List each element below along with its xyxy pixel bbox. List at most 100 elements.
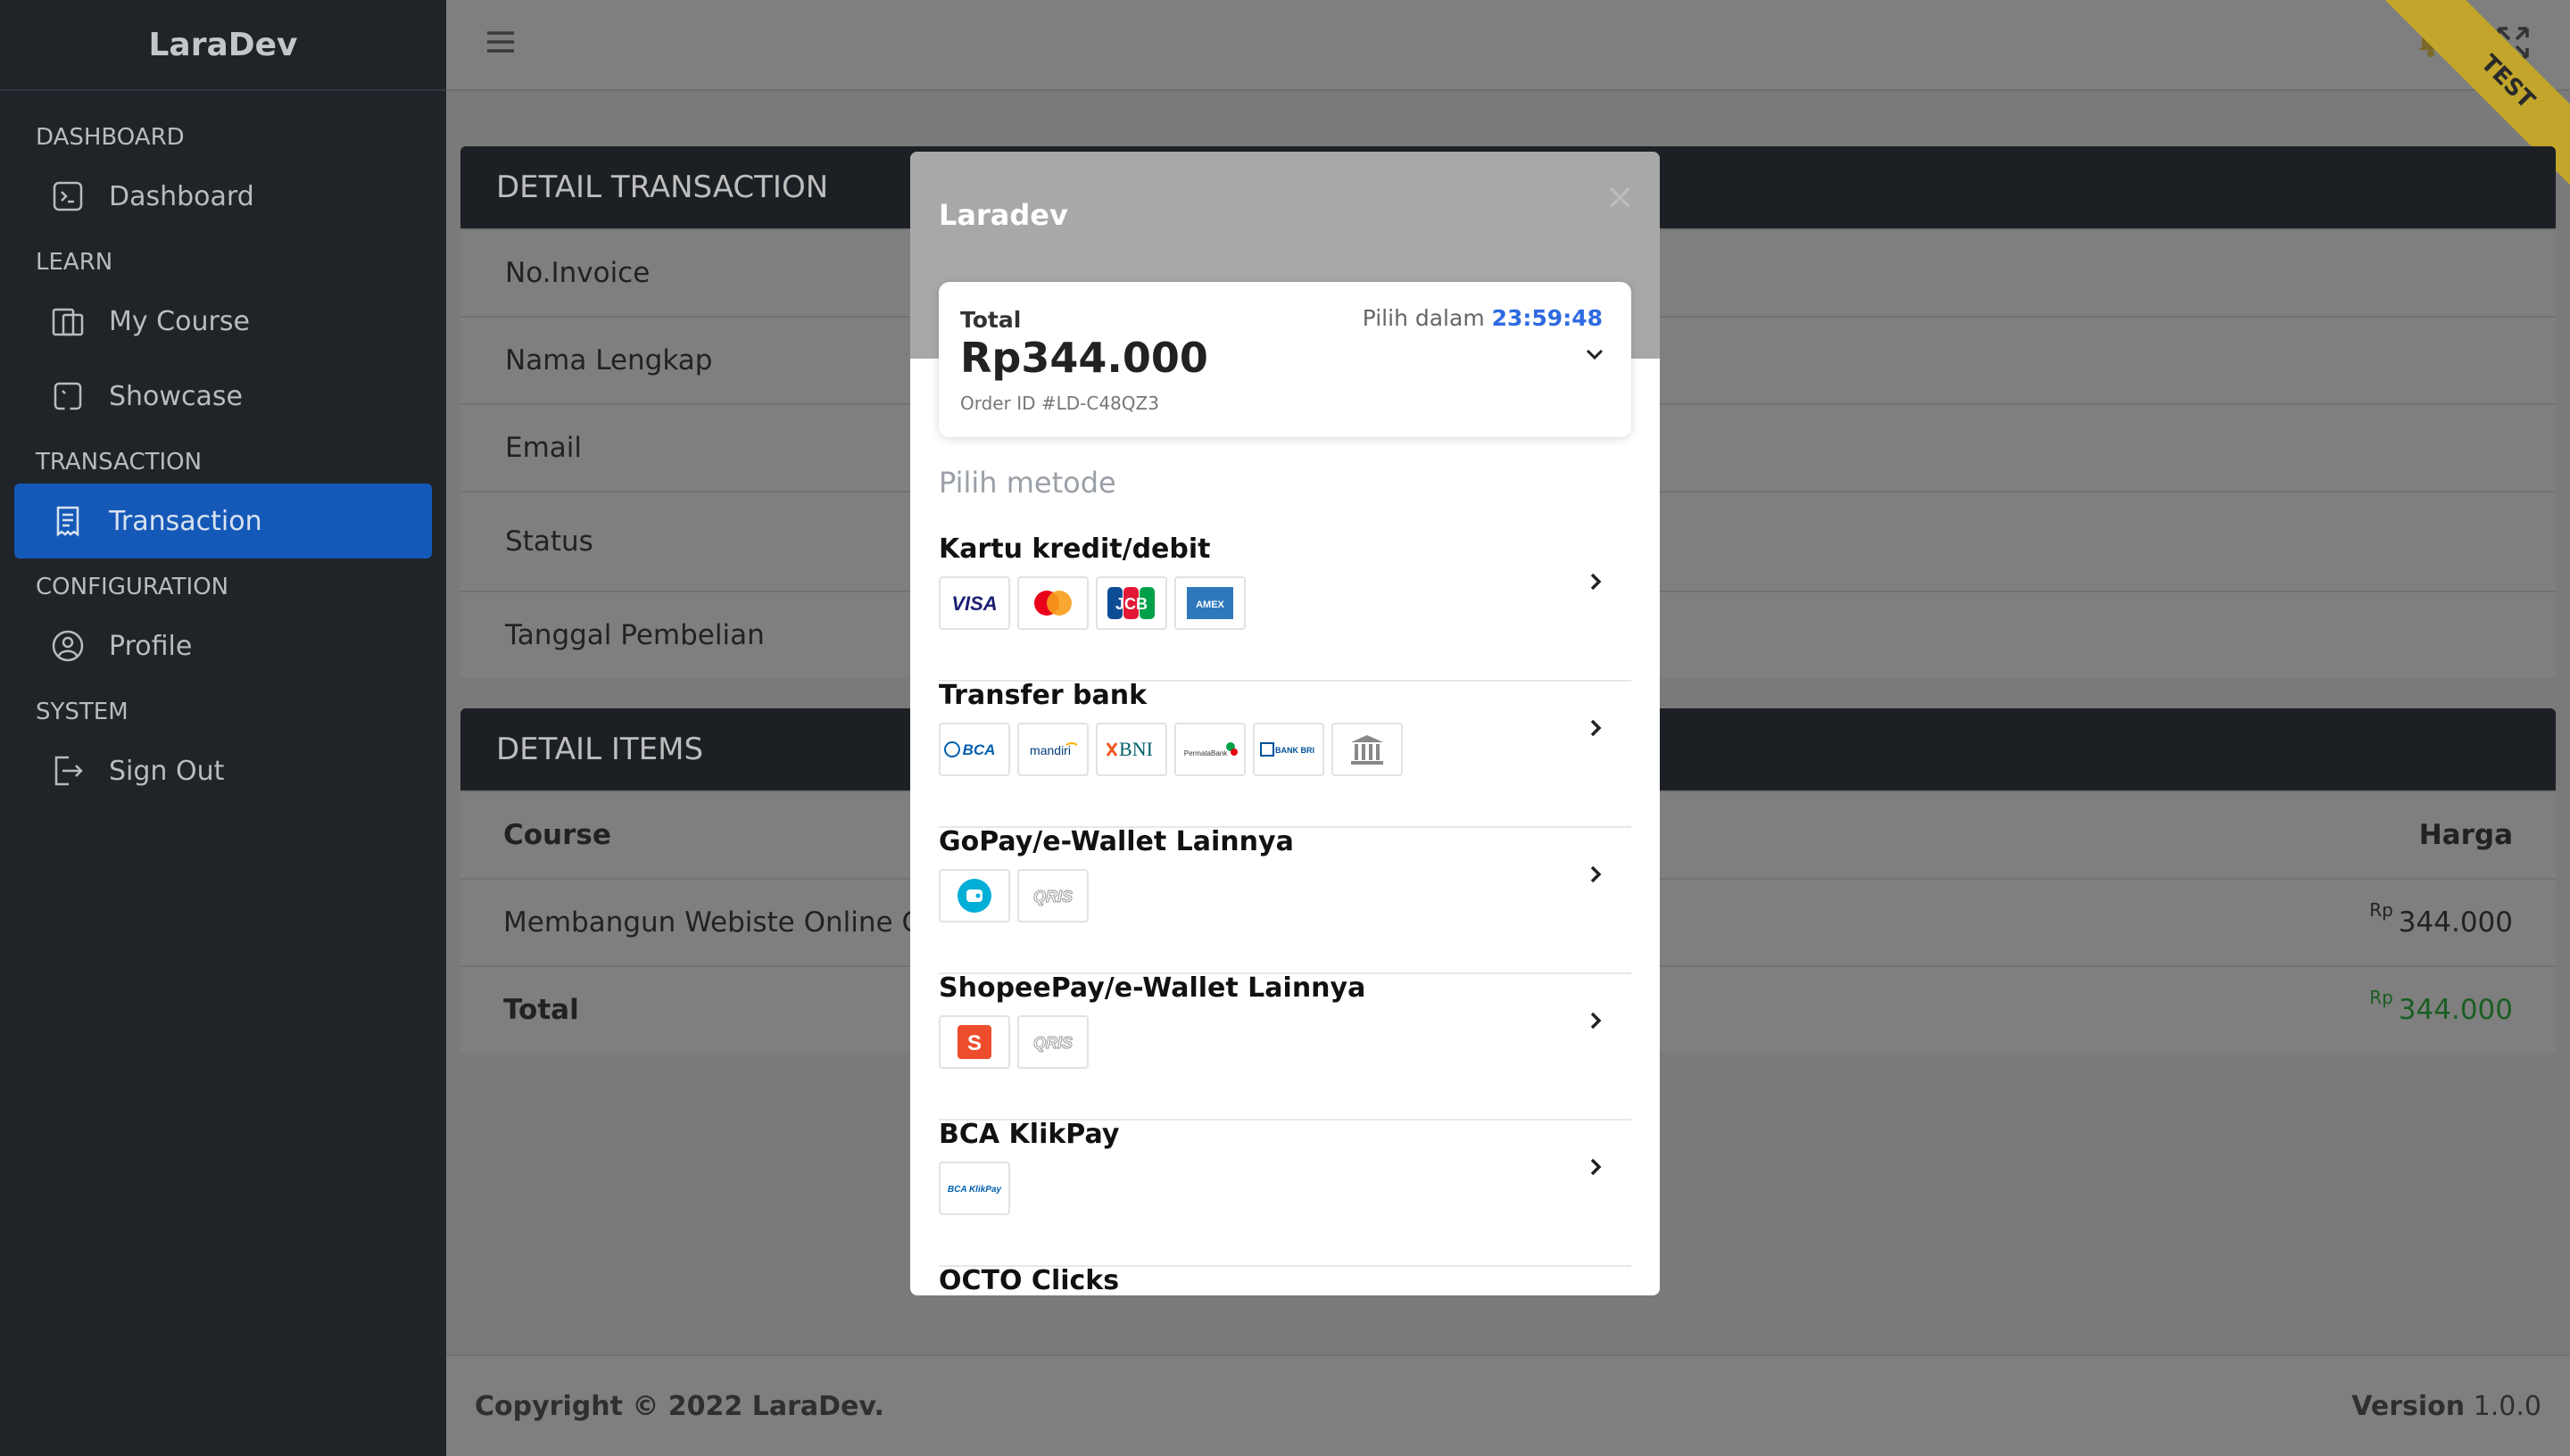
method-card[interactable]: OCTO Clicks <box>939 1265 1631 1295</box>
method-title: Transfer bank <box>939 680 1148 711</box>
version: Version 1.0.0 <box>2351 1391 2541 1422</box>
price-value: 344.000 <box>2398 994 2513 1026</box>
gopay-logo <box>939 869 1010 922</box>
chevron-right-icon <box>1587 862 1604 887</box>
bri-logo: BANK BRI <box>1253 723 1324 776</box>
chevron-right-icon <box>1587 1154 1604 1179</box>
svg-text:BCA KlikPay: BCA KlikPay <box>948 1185 1002 1195</box>
method-title: ShopeePay/e-Wallet Lainnya <box>939 972 1366 1004</box>
sidebar-item-my-course[interactable]: My Course <box>14 284 432 359</box>
sidebar-item-label: My Course <box>109 305 250 337</box>
terminal-icon <box>50 178 86 214</box>
bca-klikpay-logo: BCA KlikPay <box>939 1162 1010 1215</box>
svg-text:QRIS: QRIS <box>1033 1034 1073 1052</box>
method-logos: S QRIS <box>939 1015 1089 1069</box>
sidebar-item-profile[interactable]: Profile <box>14 608 432 683</box>
hamburger-menu-icon[interactable] <box>485 27 516 57</box>
total-amount: Rp344.000 <box>960 334 1208 382</box>
qris-logo: QRIS <box>1017 1015 1089 1069</box>
item-price: Rp 344.000 <box>2369 899 2513 939</box>
permata-logo: PermataBank <box>1174 723 1246 776</box>
column-header-course: Course <box>503 819 611 851</box>
receipt-icon <box>50 503 86 539</box>
method-title: Kartu kredit/debit <box>939 534 1211 565</box>
section-header-configuration: CONFIGURATION <box>36 574 229 600</box>
method-card[interactable]: Transfer bank BCA mandiri BNI PermataBan… <box>939 680 1631 828</box>
method-logos: BCA mandiri BNI PermataBank BANK BRI <box>939 723 1403 776</box>
section-header-learn: LEARN <box>36 249 113 276</box>
total-label: Total <box>960 307 1022 333</box>
countdown-value: 23:59:48 <box>1491 305 1603 331</box>
sidebar-item-transaction[interactable]: Transaction <box>14 484 432 558</box>
sidebar-item-label: Transaction <box>109 505 262 537</box>
order-id: Order ID #LD-C48QZ3 <box>960 393 1159 414</box>
svg-text:BNI: BNI <box>1119 738 1153 760</box>
svg-text:BANK BRI: BANK BRI <box>1275 746 1314 755</box>
chevron-right-icon <box>1587 569 1604 594</box>
shopeepay-logo: S <box>939 1015 1010 1069</box>
chevron-right-icon <box>1587 716 1604 740</box>
visa-logo: VISA <box>939 576 1010 630</box>
sign-out-icon <box>50 753 86 789</box>
method-card[interactable]: Kartu kredit/debit VISA JCB AMEX <box>939 534 1631 682</box>
svg-text:PermataBank: PermataBank <box>1184 749 1228 757</box>
topbar <box>446 0 2570 91</box>
section-header-system: SYSTEM <box>36 699 128 725</box>
sidebar-item-dashboard[interactable]: Dashboard <box>14 159 432 234</box>
sidebar-item-sign-out[interactable]: Sign Out <box>14 733 432 808</box>
sidebar-item-label: Dashboard <box>109 180 254 212</box>
method-logos: QRIS <box>939 869 1089 922</box>
method-title: OCTO Clicks <box>939 1265 1120 1295</box>
showcase-icon <box>50 378 86 414</box>
copyright: Copyright © 2022 LaraDev. <box>475 1390 884 1422</box>
modal-title: Laradev <box>939 198 1068 232</box>
version-label: Version <box>2351 1390 2466 1422</box>
section-header-transaction: TRANSACTION <box>36 449 203 476</box>
section-header-dashboard: DASHBOARD <box>36 124 185 151</box>
close-button[interactable]: × <box>1604 177 1635 218</box>
column-header-harga: Harga <box>2418 819 2513 851</box>
currency-label: Rp <box>2369 899 2393 921</box>
total-label: Total <box>503 994 579 1026</box>
bca-logo: BCA <box>939 723 1010 776</box>
svg-text:VISA: VISA <box>951 592 997 615</box>
method-card[interactable]: BCA KlikPay BCA KlikPay <box>939 1119 1631 1267</box>
mastercard-logo <box>1017 576 1089 630</box>
svg-text:S: S <box>967 1031 982 1055</box>
svg-text:BCA: BCA <box>963 741 996 758</box>
countdown-label: Pilih dalam <box>1362 305 1485 331</box>
svg-text:QRIS: QRIS <box>1033 888 1073 906</box>
method-card[interactable]: ShopeePay/e-Wallet Lainnya S QRIS <box>939 972 1631 1121</box>
user-circle-icon <box>50 628 86 664</box>
mandiri-logo: mandiri <box>1017 723 1089 776</box>
svg-text:JCB: JCB <box>1115 595 1148 613</box>
sidebar-item-label: Showcase <box>109 380 243 412</box>
payment-modal: Laradev × Total Rp344.000 Order ID #LD-C… <box>910 152 1660 1295</box>
sidebar-item-label: Sign Out <box>109 755 225 787</box>
bni-logo: BNI <box>1096 723 1167 776</box>
svg-text:mandiri: mandiri <box>1030 743 1071 757</box>
course-icon <box>50 303 86 339</box>
method-card[interactable]: GoPay/e-Wallet Lainnya QRIS <box>939 826 1631 974</box>
svg-text:AMEX: AMEX <box>1196 600 1224 610</box>
jcb-logo: JCB <box>1096 576 1167 630</box>
chevron-right-icon <box>1587 1008 1604 1033</box>
method-title: BCA KlikPay <box>939 1119 1120 1150</box>
chevron-down-icon[interactable] <box>1583 343 1606 366</box>
price-value: 344.000 <box>2398 906 2513 939</box>
brand-logo[interactable]: LaraDev <box>0 0 446 91</box>
bank-icon <box>1331 723 1403 776</box>
method-title: GoPay/e-Wallet Lainnya <box>939 826 1294 857</box>
method-logos: BCA KlikPay <box>939 1162 1010 1215</box>
sidebar: LaraDev DASHBOARD Dashboard LEARN My Cou… <box>0 0 446 1456</box>
countdown: Pilih dalam 23:59:48 <box>1363 305 1603 331</box>
order-summary[interactable]: Total Rp344.000 Order ID #LD-C48QZ3 Pili… <box>939 282 1631 437</box>
choose-method-heading: Pilih metode <box>939 466 1116 500</box>
currency-label: Rp <box>2369 987 2393 1008</box>
sidebar-item-showcase[interactable]: Showcase <box>14 359 432 434</box>
version-value: 1.0.0 <box>2473 1390 2541 1422</box>
method-logos: VISA JCB AMEX <box>939 576 1246 630</box>
sidebar-item-label: Profile <box>109 630 193 662</box>
qris-logo: QRIS <box>1017 869 1089 922</box>
amex-logo: AMEX <box>1174 576 1246 630</box>
